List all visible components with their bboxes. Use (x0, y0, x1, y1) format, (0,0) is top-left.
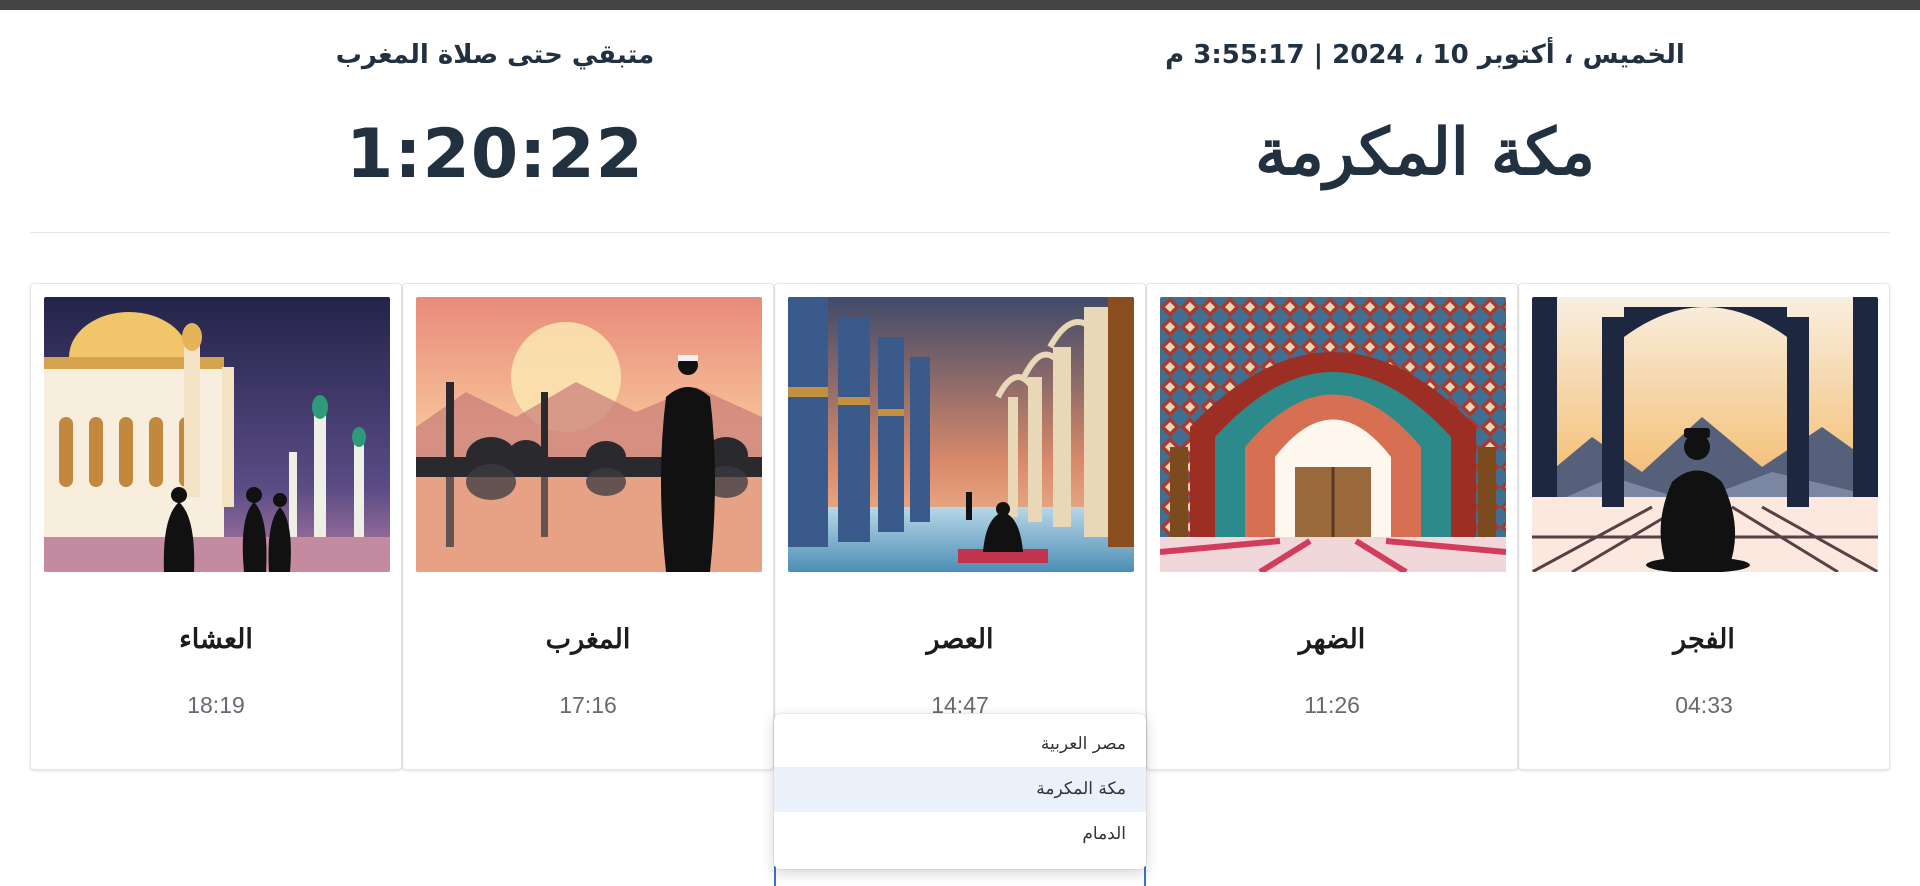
city-name: مكة المكرمة (1255, 115, 1595, 190)
countdown-label: متبقي حتى صلاة المغرب (335, 40, 655, 70)
city-option[interactable]: مصر العربية (774, 722, 1146, 767)
prayer-card-fajr: الفجر 04:33 (1518, 283, 1890, 770)
prayer-name: المغرب (545, 624, 631, 655)
city-option[interactable]: الدمام (774, 812, 1146, 857)
prayer-time: 11:26 (1304, 692, 1360, 718)
header-divider (30, 232, 1890, 233)
dhuhr-mosque-arch-illustration (1160, 297, 1506, 572)
current-datetime: الخميس ، أكتوبر 10 ، 2024 | 3:55:17 م (1165, 40, 1685, 70)
prayer-card-asr: العصر 14:47 (774, 283, 1146, 770)
prayer-time: 17:16 (559, 692, 617, 718)
asr-mosque-colonnade-illustration (788, 297, 1134, 572)
prayer-name: الفجر (1673, 624, 1735, 655)
prayer-name: الضهر (1298, 624, 1366, 655)
prayer-time: 18:19 (187, 692, 245, 718)
prayer-cards: الفجر 04:33 الضهر 11:26 العصر 14:47 المغ… (30, 283, 1890, 770)
prayer-card-isha: العشاء 18:19 (30, 283, 402, 770)
countdown-timer: 1:20:22 (346, 115, 644, 194)
fajr-prayer-illustration (1532, 297, 1878, 572)
top-bar (0, 0, 1920, 10)
location-panel: الخميس ، أكتوبر 10 ، 2024 | 3:55:17 م مك… (960, 10, 1890, 234)
prayer-time: 04:33 (1675, 692, 1733, 718)
city-dropdown-menu: مصر العربية مكة المكرمة الدمام (774, 714, 1146, 869)
header: الخميس ، أكتوبر 10 ، 2024 | 3:55:17 م مك… (30, 10, 1890, 234)
isha-mosque-night-illustration (44, 297, 390, 572)
prayer-card-dhuhr: الضهر 11:26 (1146, 283, 1518, 770)
city-select[interactable] (774, 866, 1146, 886)
countdown-panel: متبقي حتى صلاة المغرب 1:20:22 (30, 10, 960, 234)
prayer-name: العصر (926, 624, 994, 655)
city-option-selected[interactable]: مكة المكرمة (774, 767, 1146, 812)
prayer-card-maghrib: المغرب 17:16 (402, 283, 774, 770)
maghrib-sunset-illustration (416, 297, 762, 572)
prayer-name: العشاء (179, 624, 253, 655)
